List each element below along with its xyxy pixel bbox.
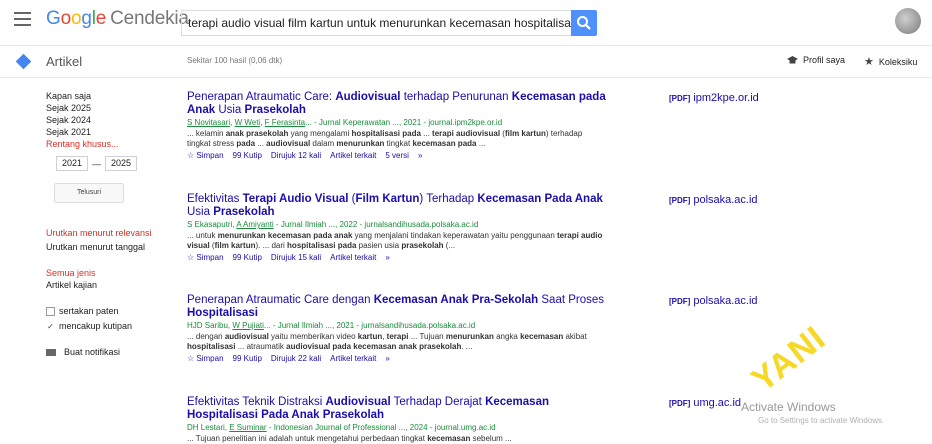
include-patents-label: sertakan paten — [59, 306, 119, 316]
pdf-link[interactable]: [PDF] ipm2kpe.or.id — [669, 92, 759, 104]
type-review[interactable]: Artikel kajian — [46, 279, 181, 291]
more-icon[interactable]: » — [385, 354, 389, 364]
top-bar: Google Cendekia terapi audio visual film … — [0, 0, 932, 46]
result-item: Efektivitas Terapi Audio Visual (Film Ka… — [187, 193, 607, 263]
pdf-link[interactable]: [PDF] umg.ac.id — [669, 397, 741, 409]
result-actions: ☆ Simpan 99 Kutip Dirujuk 15 kali Artike… — [187, 253, 607, 263]
watermark: YANI — [744, 318, 833, 400]
related-articles-link[interactable]: Artikel terkait — [330, 253, 376, 263]
year-to-input[interactable]: 2025 — [105, 156, 137, 171]
related-articles-link[interactable]: Artikel terkait — [330, 354, 376, 364]
filter-since-2021[interactable]: Sejak 2021 — [46, 126, 181, 138]
result-item: Penerapan Atraumatic Care dengan Kecemas… — [187, 294, 607, 364]
patents-checkbox-box — [46, 307, 55, 316]
sub-bar: Artikel Sekitar 100 hasil (0,06 dtk) Pro… — [0, 46, 932, 78]
filter-any-time[interactable]: Kapan saja — [46, 90, 181, 102]
versions-link[interactable]: 5 versi — [385, 151, 409, 161]
articles-diamond-icon — [15, 53, 32, 70]
more-icon[interactable]: » — [418, 151, 422, 161]
more-icon[interactable]: » — [385, 253, 389, 263]
profile-link[interactable]: Profil saya — [787, 55, 845, 65]
type-all[interactable]: Semua jenis — [46, 267, 181, 279]
result-snippet: ... kelamin anak prasekolah yang mengala… — [187, 129, 583, 148]
search-button[interactable] — [571, 10, 597, 36]
save-button[interactable]: ☆ Simpan — [187, 151, 224, 161]
hamburger-menu-icon[interactable] — [14, 12, 31, 26]
profile-label: Profil saya — [803, 55, 846, 65]
result-count: Sekitar 100 hasil (0,06 dtk) — [187, 56, 283, 65]
year-from-input[interactable]: 2021 — [56, 156, 88, 171]
result-snippet: ... dengan audiovisual yaitu memberikan … — [187, 332, 587, 351]
search-input[interactable]: terapi audio visual film kartun untuk me… — [181, 10, 571, 36]
sort-by-date[interactable]: Urutkan menurut tanggal — [46, 241, 181, 253]
filter-since-2024[interactable]: Sejak 2024 — [46, 114, 181, 126]
save-button[interactable]: ☆ Simpan — [187, 253, 224, 263]
account-avatar[interactable] — [895, 8, 921, 34]
related-articles-link[interactable]: Artikel terkait — [330, 151, 376, 161]
pdf-link[interactable]: [PDF] polsaka.ac.id — [669, 295, 758, 307]
result-snippet: ... Tujuan penelitian ini adalah untuk m… — [187, 434, 512, 443]
star-icon: ★ — [864, 56, 874, 68]
search-range-button[interactable]: Telusuri — [54, 183, 124, 203]
envelope-icon — [46, 348, 56, 356]
create-alert-link[interactable]: Buat notifikasi — [46, 347, 181, 357]
include-citations-label: mencakup kutipan — [59, 321, 133, 331]
result-authors: S Novitasari, W Weti, F Ferasinta... - J… — [187, 118, 503, 127]
filter-sidebar: Kapan saja Sejak 2025 Sejak 2024 Sejak 2… — [46, 90, 181, 357]
search-icon — [577, 16, 591, 30]
filter-custom-range[interactable]: Rentang khusus... — [46, 138, 181, 150]
include-patents-checkbox[interactable]: sertakan paten — [46, 305, 181, 318]
filter-since-2025[interactable]: Sejak 2025 — [46, 102, 181, 114]
sort-by-relevance[interactable]: Urutkan menurut relevansi — [46, 227, 156, 239]
result-title[interactable]: Penerapan Atraumatic Care dengan Kecemas… — [187, 294, 607, 320]
pdf-link[interactable]: [PDF] polsaka.ac.id — [669, 194, 758, 206]
create-alert-label: Buat notifikasi — [64, 347, 121, 357]
result-actions: ☆ Simpan 99 Kutip Dirujuk 22 kali Artike… — [187, 354, 607, 364]
cited-by-link[interactable]: Dirujuk 22 kali — [271, 354, 321, 364]
activate-windows-title: Activate Windows — [741, 400, 836, 414]
logo-brand: Google — [46, 8, 107, 29]
year-range: 2021 — 2025 — [56, 156, 181, 171]
result-item: Penerapan Atraumatic Care: Audiovisual t… — [187, 91, 607, 161]
cite-button[interactable]: 99 Kutip — [233, 354, 262, 364]
cited-by-link[interactable]: Dirujuk 15 kali — [271, 253, 321, 263]
result-title[interactable]: Penerapan Atraumatic Care: Audiovisual t… — [187, 91, 607, 117]
result-snippet: ... untuk menurunkan kecemasan pada anak… — [187, 231, 603, 250]
section-title: Artikel — [46, 54, 83, 69]
include-citations-checkbox[interactable]: ✓ mencakup kutipan — [46, 320, 181, 333]
result-authors: S Ekasaputri, A Amiyanti - Jurnal Ilmiah… — [187, 220, 479, 229]
logo-product: Cendekia — [110, 8, 189, 29]
graduation-cap-icon — [787, 55, 798, 63]
year-dash: — — [92, 158, 101, 169]
collection-label: Koleksiku — [878, 56, 918, 67]
result-authors: DH Lestari, E Suminar - Indonesian Journ… — [187, 423, 496, 432]
scholar-logo[interactable]: Google Cendekia — [46, 8, 189, 30]
result-title[interactable]: Efektivitas Terapi Audio Visual (Film Ka… — [187, 193, 607, 219]
collection-link[interactable]: ★ Koleksiku — [864, 55, 917, 68]
activate-windows-subtitle: Go to Settings to activate Windows. — [758, 416, 885, 425]
cited-by-link[interactable]: Dirujuk 12 kali — [271, 151, 321, 161]
result-authors: HJD Saribu, W Pujiati... - Jurnal Ilmiah… — [187, 321, 476, 330]
cite-button[interactable]: 99 Kutip — [233, 151, 262, 161]
check-icon: ✓ — [47, 322, 54, 331]
result-title[interactable]: Efektivitas Teknik Distraksi Audiovisual… — [187, 396, 607, 422]
cite-button[interactable]: 99 Kutip — [233, 253, 262, 263]
result-item: Efektivitas Teknik Distraksi Audiovisual… — [187, 396, 607, 444]
save-button[interactable]: ☆ Simpan — [187, 354, 224, 364]
result-actions: ☆ Simpan 99 Kutip Dirujuk 12 kali Artike… — [187, 151, 607, 161]
